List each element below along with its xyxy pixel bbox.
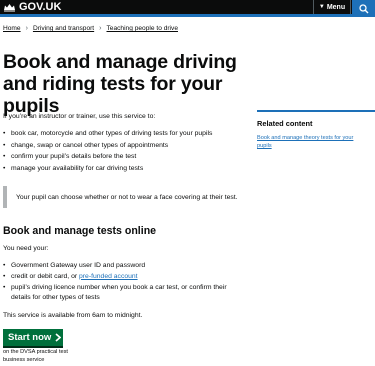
list-item: manage your availability for car driving… <box>3 163 212 175</box>
list-item: pupil’s driving licence number when you … <box>3 283 248 305</box>
breadcrumb-home[interactable]: Home <box>3 25 21 32</box>
menu-button[interactable]: ▼ Menu <box>313 0 351 14</box>
chevron-down-icon: ▼ <box>318 4 325 10</box>
related-link-theory-tests[interactable]: Book and manage theory tests for your pu… <box>257 134 369 150</box>
govuk-logo[interactable]: GOV.UK <box>3 0 61 14</box>
breadcrumb-teaching-people-to-drive[interactable]: Teaching people to drive <box>107 25 178 32</box>
start-now-label: Start now <box>8 332 52 343</box>
requirements-intro: You need your: <box>3 245 49 252</box>
list-item: confirm your pupil’s details before the … <box>3 151 212 163</box>
chevron-right-icon: › <box>25 25 28 32</box>
list-item: change, swap or cancel other types of ap… <box>3 140 212 152</box>
service-list: book car, motorcycle and other types of … <box>3 128 212 174</box>
section-heading: Book and manage tests online <box>3 225 157 237</box>
start-caption: on the DVSA practical test business serv… <box>3 349 68 363</box>
search-icon <box>358 3 368 13</box>
intro-text: If you’re an instructor or trainer, use … <box>3 113 156 120</box>
related-content-rule <box>257 110 375 112</box>
inset-text-content: Your pupil can choose whether or not to … <box>16 193 238 201</box>
logo-text: GOV.UK <box>19 1 62 13</box>
chevron-right-icon: › <box>99 25 102 32</box>
requirements-list: Government Gateway user ID and password … <box>3 261 248 304</box>
page-title: Book and manage driving and riding tests… <box>3 51 237 117</box>
crown-icon <box>4 3 15 11</box>
list-item-text: credit or debit card, or <box>11 272 79 280</box>
header-blue-rule <box>0 14 375 17</box>
list-item: book car, motorcycle and other types of … <box>3 128 212 140</box>
pre-funded-account-link[interactable]: pre-funded account <box>79 273 138 280</box>
related-content-title: Related content <box>257 119 313 128</box>
breadcrumb-driving-and-transport[interactable]: Driving and transport <box>33 25 94 32</box>
site-header: GOV.UK ▼ Menu <box>0 0 375 14</box>
inset-text: Your pupil can choose whether or not to … <box>3 186 243 208</box>
breadcrumb: Home › Driving and transport › Teaching … <box>3 25 178 32</box>
menu-label: Menu <box>326 3 346 11</box>
chevron-right-icon <box>55 333 62 342</box>
list-item: credit or debit card, or pre-funded acco… <box>3 272 248 283</box>
list-item: Government Gateway user ID and password <box>3 261 248 272</box>
start-now-button[interactable]: Start now <box>3 329 63 346</box>
search-button[interactable] <box>352 0 375 17</box>
availability-text: This service is available from 6am to mi… <box>3 312 143 319</box>
